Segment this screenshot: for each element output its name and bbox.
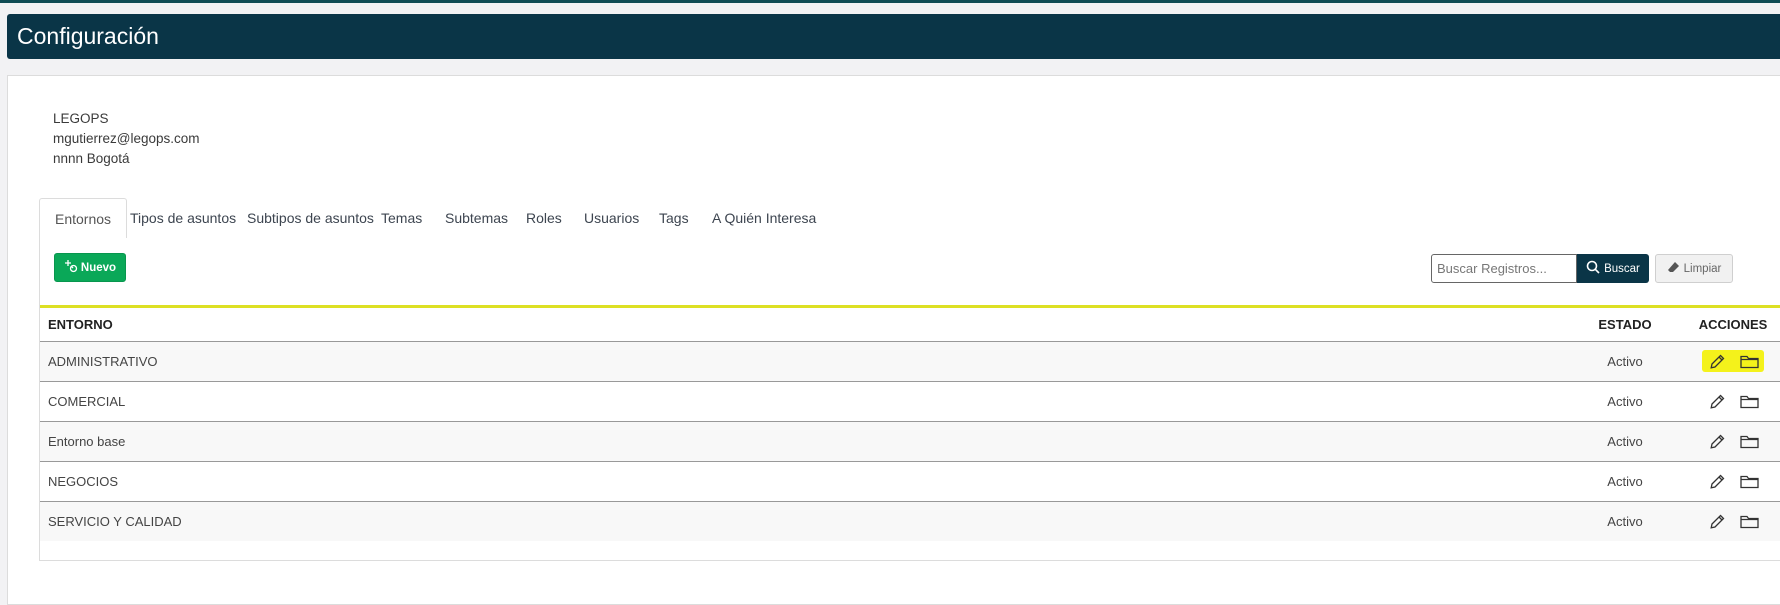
table-row: ADMINISTRATIVO Activo: [40, 341, 1780, 382]
actions-group: [1702, 430, 1764, 452]
table-header-row: ENTORNO ESTADO ACCIONES: [40, 308, 1780, 342]
company-info: LEGOPS mgutierrez@legops.com nnnn Bogotá: [53, 109, 200, 169]
page-header: Configuración: [7, 14, 1780, 59]
tab-bar: Entornos Tipos de asuntos Subtipos de as…: [39, 198, 1780, 239]
row-actions: [1685, 381, 1780, 422]
table-row: SERVICIO Y CALIDAD Activo: [40, 501, 1780, 542]
highlighted-actions: [1702, 350, 1764, 373]
folder-icon[interactable]: [1739, 472, 1759, 490]
row-actions: [1685, 502, 1780, 542]
pencil-icon[interactable]: [1707, 392, 1727, 410]
search-input[interactable]: [1431, 254, 1577, 283]
table-row: COMERCIAL Activo: [40, 381, 1780, 422]
pencil-icon[interactable]: [1707, 512, 1727, 530]
folder-icon[interactable]: [1739, 512, 1759, 530]
actions-group: [1702, 470, 1764, 492]
pencil-icon[interactable]: [1707, 432, 1727, 450]
pencil-icon[interactable]: [1707, 472, 1727, 490]
tab-tags[interactable]: Tags: [659, 198, 689, 238]
clear-button[interactable]: Limpiar: [1655, 254, 1733, 283]
tab-a-quien-interesa[interactable]: A Quién Interesa: [712, 198, 816, 238]
row-entorno: ADMINISTRATIVO: [40, 341, 1565, 382]
search-button-label: Buscar: [1604, 262, 1640, 275]
tab-subtemas[interactable]: Subtemas: [445, 198, 508, 238]
column-header-acciones: ACCIONES: [1685, 308, 1780, 342]
new-button-label: Nuevo: [80, 261, 117, 274]
row-actions: [1685, 341, 1780, 382]
row-entorno: Entorno base: [40, 421, 1565, 462]
tab-roles[interactable]: Roles: [526, 198, 562, 238]
page-title: Configuración: [17, 23, 159, 49]
row-entorno: SERVICIO Y CALIDAD: [48, 514, 182, 529]
config-card: LEGOPS mgutierrez@legops.com nnnn Bogotá…: [7, 75, 1780, 605]
actions-group: [1702, 510, 1764, 532]
tab-tipos-de-asuntos[interactable]: Tipos de asuntos: [130, 198, 236, 238]
search-icon: [1586, 260, 1600, 277]
clear-button-label: Limpiar: [1683, 262, 1722, 275]
row-estado: Activo: [1565, 461, 1685, 502]
row-actions: [1685, 421, 1780, 462]
table-row: Entorno base Activo: [40, 421, 1780, 462]
tab-entornos[interactable]: Entornos: [39, 198, 128, 239]
column-header-estado: ESTADO: [1565, 308, 1685, 342]
entornos-table: ENTORNO ESTADO ACCIONES ADMINISTRATIVO A…: [40, 308, 1780, 541]
search-button[interactable]: Buscar: [1577, 254, 1649, 283]
tab-subtipos-de-asuntos[interactable]: Subtipos de asuntos: [247, 198, 374, 238]
tab-panel-entornos: Nuevo Buscar Limpiar ENTORNO: [39, 238, 1780, 561]
row-estado: Activo: [1607, 514, 1643, 529]
top-accent-line: [0, 0, 1780, 3]
row-estado: Activo: [1565, 381, 1685, 422]
company-name: LEGOPS: [53, 111, 109, 126]
company-email: mgutierrez@legops.com: [53, 131, 200, 146]
row-estado: Activo: [1565, 421, 1685, 462]
add-icon: [64, 259, 78, 276]
row-actions: [1685, 461, 1780, 502]
column-header-entorno: ENTORNO: [40, 308, 1565, 342]
row-entorno: COMERCIAL: [40, 381, 1565, 422]
tab-temas[interactable]: Temas: [381, 198, 422, 238]
company-location: nnnn Bogotá: [53, 151, 130, 166]
eraser-icon: [1667, 261, 1680, 277]
folder-icon[interactable]: [1739, 392, 1759, 410]
row-entorno: NEGOCIOS: [40, 461, 1565, 502]
tab-usuarios[interactable]: Usuarios: [584, 198, 639, 238]
pencil-icon[interactable]: [1707, 352, 1727, 370]
folder-icon[interactable]: [1739, 432, 1759, 450]
row-estado: Activo: [1565, 341, 1685, 382]
new-button[interactable]: Nuevo: [54, 253, 126, 282]
table-row: NEGOCIOS Activo: [40, 461, 1780, 502]
actions-group: [1702, 390, 1764, 412]
folder-icon[interactable]: [1739, 352, 1759, 370]
